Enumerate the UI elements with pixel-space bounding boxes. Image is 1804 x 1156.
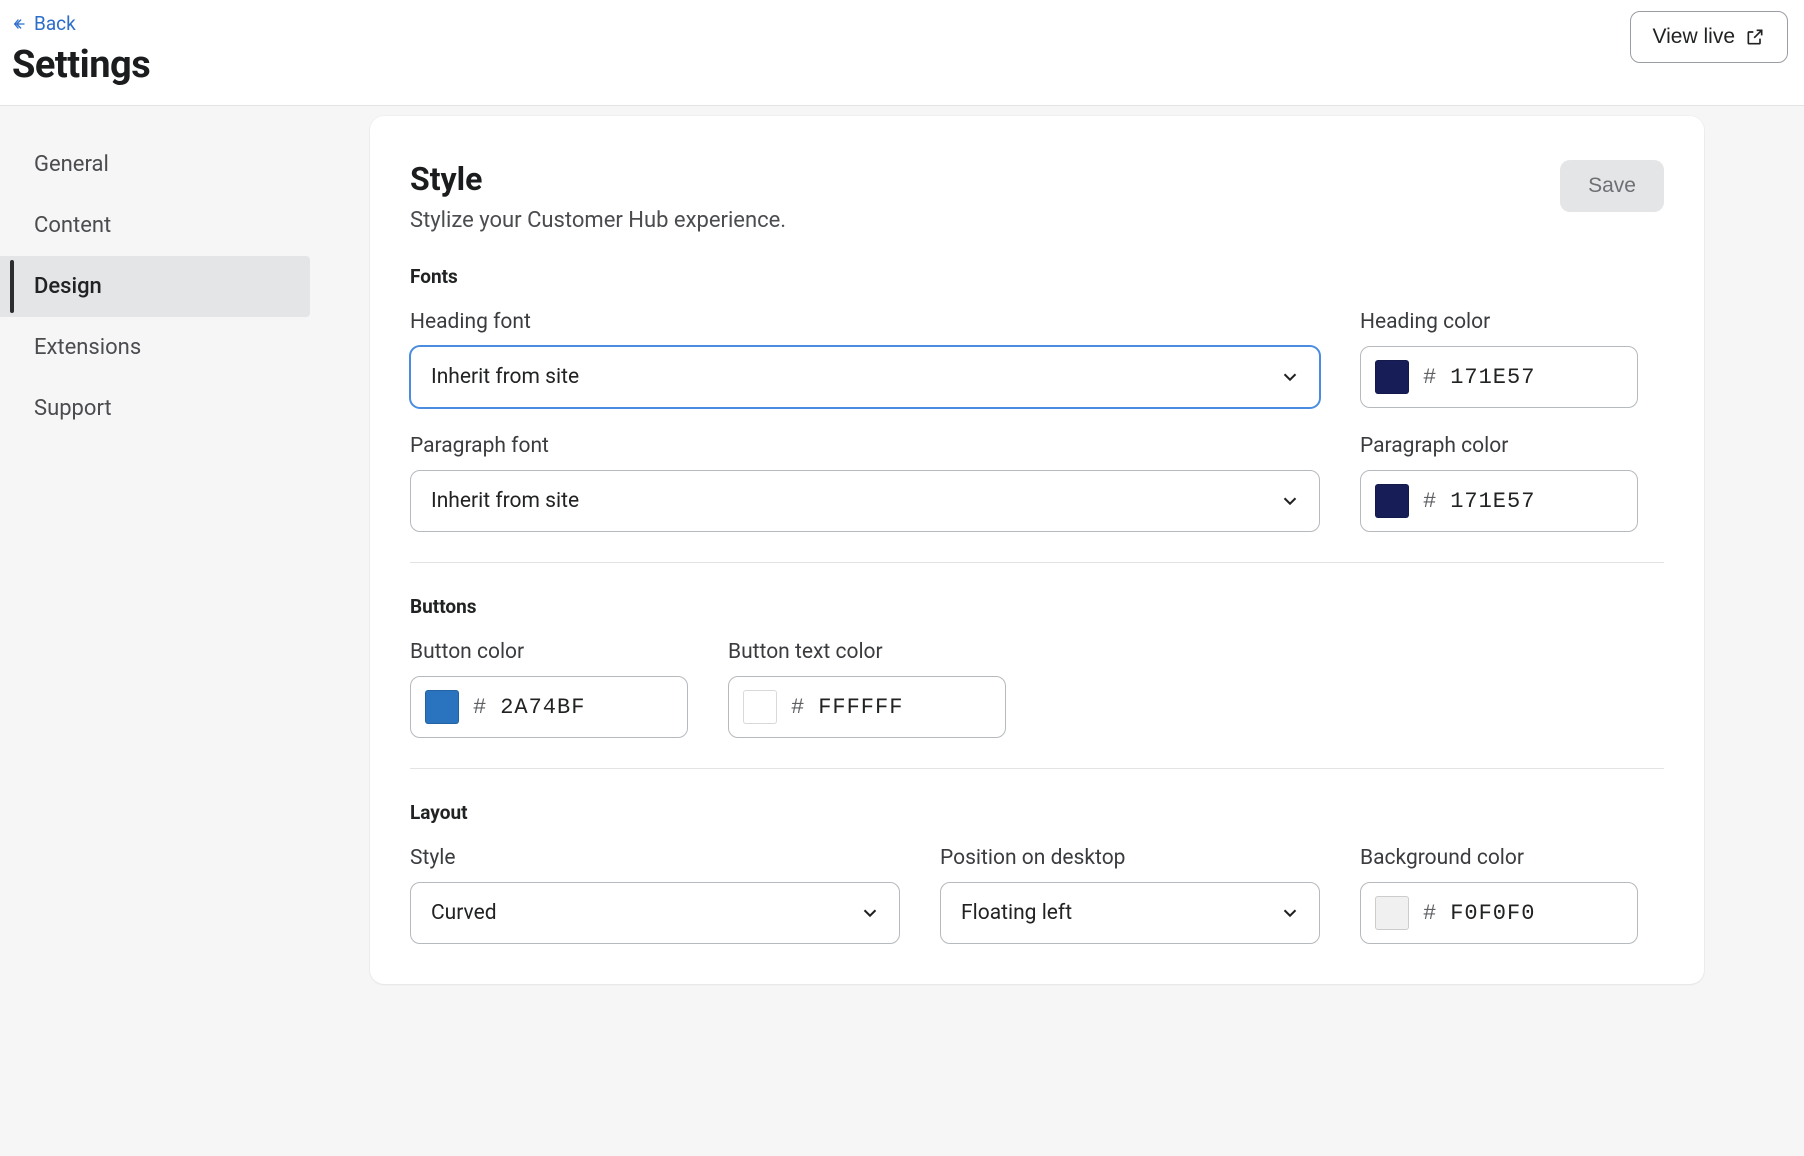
button-color-label: Button color: [410, 640, 688, 664]
sidebar-item-content[interactable]: Content: [0, 195, 310, 256]
section-title-layout: Layout: [410, 801, 1664, 824]
heading-color-hex: 171E57: [1450, 365, 1535, 390]
chevron-down-icon: [1279, 490, 1301, 512]
button-color-input[interactable]: # 2A74BF: [410, 676, 688, 738]
background-color-swatch: [1375, 896, 1409, 930]
background-color-hex: F0F0F0: [1450, 901, 1535, 926]
paragraph-font-select[interactable]: Inherit from site: [410, 470, 1320, 532]
sidebar: General Content Design Extensions Suppor…: [0, 106, 320, 1116]
hash-symbol: #: [473, 695, 486, 720]
hash-symbol: #: [1423, 489, 1436, 514]
view-live-label: View live: [1653, 25, 1735, 49]
arrow-left-icon: [12, 16, 28, 32]
layout-style-value: Curved: [431, 901, 497, 925]
paragraph-color-input[interactable]: # 171E57: [1360, 470, 1638, 532]
paragraph-color-label: Paragraph color: [1360, 434, 1638, 458]
chevron-down-icon: [1279, 902, 1301, 924]
button-text-color-hex: FFFFFF: [818, 695, 903, 720]
button-text-color-input[interactable]: # FFFFFF: [728, 676, 1006, 738]
external-link-icon: [1745, 27, 1765, 47]
heading-color-input[interactable]: # 171E57: [1360, 346, 1638, 408]
sidebar-item-label: General: [34, 152, 109, 177]
chevron-down-icon: [859, 902, 881, 924]
layout-style-select[interactable]: Curved: [410, 882, 900, 944]
back-link[interactable]: Back: [12, 10, 76, 43]
sidebar-item-label: Content: [34, 213, 111, 238]
sidebar-item-extensions[interactable]: Extensions: [0, 317, 310, 378]
card-subtitle: Stylize your Customer Hub experience.: [410, 208, 786, 233]
card-title: Style: [410, 160, 786, 198]
back-link-label: Back: [34, 12, 76, 35]
sidebar-item-general[interactable]: General: [0, 134, 310, 195]
button-text-color-label: Button text color: [728, 640, 1006, 664]
button-color-hex: 2A74BF: [500, 695, 585, 720]
paragraph-font-value: Inherit from site: [431, 489, 579, 513]
hash-symbol: #: [1423, 901, 1436, 926]
sidebar-item-label: Design: [34, 274, 102, 299]
section-title-buttons: Buttons: [410, 595, 1664, 618]
heading-font-select[interactable]: Inherit from site: [410, 346, 1320, 408]
background-color-input[interactable]: # F0F0F0: [1360, 882, 1638, 944]
settings-card: Style Stylize your Customer Hub experien…: [370, 116, 1704, 984]
heading-color-swatch: [1375, 360, 1409, 394]
view-live-button[interactable]: View live: [1630, 11, 1788, 63]
layout-position-select[interactable]: Floating left: [940, 882, 1320, 944]
layout-section: Layout Style Curved Position on desktop …: [410, 768, 1664, 944]
sidebar-item-label: Support: [34, 396, 112, 421]
buttons-section: Buttons Button color # 2A74BF Button tex…: [410, 562, 1664, 738]
fonts-section: Fonts Heading font Inherit from site Hea…: [410, 261, 1664, 532]
page-header: Back Settings View live: [0, 0, 1804, 106]
layout-style-label: Style: [410, 846, 900, 870]
button-color-swatch: [425, 690, 459, 724]
paragraph-font-label: Paragraph font: [410, 434, 1320, 458]
paragraph-color-hex: 171E57: [1450, 489, 1535, 514]
layout-position-label: Position on desktop: [940, 846, 1320, 870]
save-button[interactable]: Save: [1560, 160, 1664, 212]
heading-font-label: Heading font: [410, 310, 1320, 334]
sidebar-item-label: Extensions: [34, 335, 141, 360]
heading-color-label: Heading color: [1360, 310, 1638, 334]
hash-symbol: #: [1423, 365, 1436, 390]
sidebar-item-design[interactable]: Design: [0, 256, 310, 317]
section-title-fonts: Fonts: [410, 265, 1664, 288]
page-title: Settings: [12, 43, 150, 87]
button-text-color-swatch: [743, 690, 777, 724]
layout-position-value: Floating left: [961, 901, 1072, 925]
hash-symbol: #: [791, 695, 804, 720]
paragraph-color-swatch: [1375, 484, 1409, 518]
background-color-label: Background color: [1360, 846, 1638, 870]
heading-font-value: Inherit from site: [431, 365, 579, 389]
sidebar-item-support[interactable]: Support: [0, 378, 310, 439]
chevron-down-icon: [1279, 366, 1301, 388]
